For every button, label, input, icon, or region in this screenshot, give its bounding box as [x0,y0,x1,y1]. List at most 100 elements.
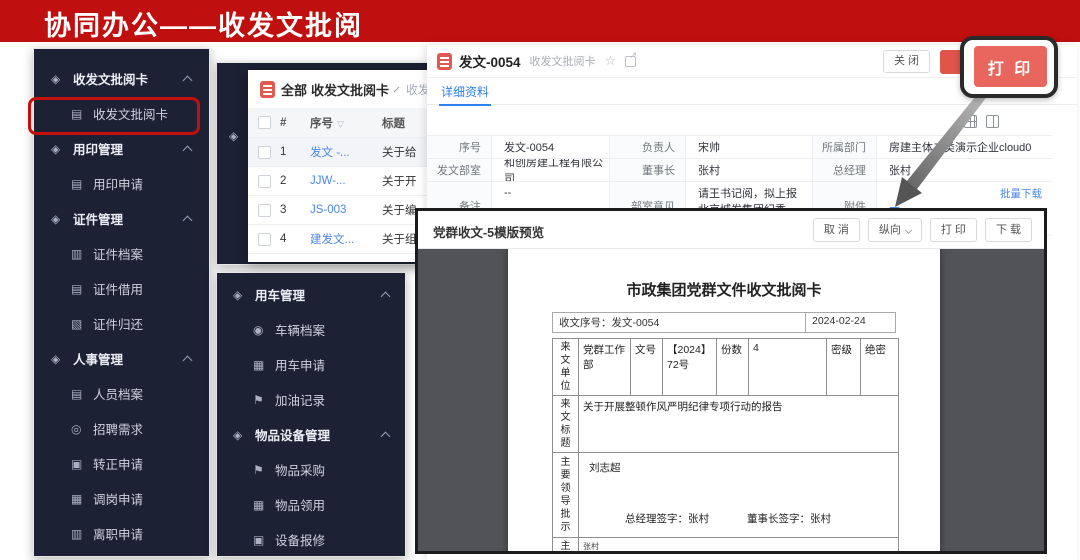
field-label: 所属部门 [813,136,877,158]
field-label: 负责人 [610,136,686,158]
docno-value: 【2024】72号 [663,339,717,396]
leader-remarks-cell: 刘志超 总经理签字：张村 董事长签字：张村 [583,456,894,534]
document-table: 来文单位 党群工作部 文号 【2024】72号 份数 4 密级 绝密 来文标题 … [552,338,899,551]
chevron-up-icon [381,432,391,442]
document-icon [437,53,452,70]
sidebar-item-label: 加油记录 [275,390,325,409]
print-button-magnified[interactable]: 打 印 [974,46,1047,87]
target-icon: ◎ [71,422,93,436]
sidebar-item-label: 招聘需求 [93,419,143,438]
checkbox[interactable] [258,146,271,159]
sidebar-group-renshi[interactable]: ◈人事管理 [34,341,209,376]
sidebar-group-yongche[interactable]: ◈用车管理 [217,277,405,312]
sidebar-group-zhengjian[interactable]: ◈证件管理 [34,201,209,236]
sidebar-item-renyuan-archive[interactable]: ▤人员档案 [34,376,209,411]
table-row[interactable]: 1 发文 -... 关于给 [248,138,430,167]
modal-title: 党群收文-5模版预览 [433,222,544,241]
page-title: 协同办公——收发文批阅 [44,4,363,43]
sidebar-item-wupin-caigou[interactable]: ⚑物品采购 [217,452,405,487]
chevron-down-icon[interactable] [394,86,400,92]
document-info-row: 收文序号：发文-0054 2024-02-24 [552,312,896,333]
star-icon[interactable]: ☆ [605,53,617,69]
sidebar-item-zhuanzheng[interactable]: ▣转正申请 [34,446,209,481]
checkbox[interactable] [258,116,271,129]
checkbox[interactable] [258,233,271,246]
external-link-icon[interactable] [625,56,636,67]
doc-row-supervisor-remarks: 主管领导批示 张村 [553,538,899,552]
column-view-icon[interactable] [986,115,999,128]
checkbox-cell[interactable] [248,175,280,188]
table-view-icon[interactable] [964,115,977,128]
person-link[interactable]: 宋帅 [686,136,813,158]
checkbox[interactable] [258,204,271,217]
source-unit: 党群工作部 [579,339,631,396]
document-icon [260,81,275,98]
row-title: 关于给 [382,144,430,160]
receive-serial: 收文序号：发文-0054 [552,312,806,333]
badge-icon: ▣ [71,457,93,471]
tool-icon: ▣ [253,533,275,547]
document-table: # 序号▽ 标题 1 发文 -... 关于给 2 JJW-... 关于开 3 J… [248,108,430,254]
checkbox-cell[interactable] [248,204,280,217]
sidebar-item-shebei-baoxiu[interactable]: ▣设备报修 [217,522,405,557]
vertical-label: 来文标题 [553,396,579,453]
serial-link[interactable]: 建发文... [310,231,382,247]
sidebar-item-zhengjian-borrow[interactable]: ▤证件借用 [34,271,209,306]
sidebar-item-label: 证件归还 [93,314,143,333]
orientation-dropdown[interactable]: 纵向 [868,218,922,242]
serial-link[interactable]: JJW-... [310,175,382,187]
checkbox-cell[interactable] [248,233,280,246]
sidebar-item-zhengjian-return[interactable]: ▧证件归还 [34,306,209,341]
sidebar-item-wupin-lingyong[interactable]: ▦物品领用 [217,487,405,522]
doc-row-subject: 来文标题 关于开展整顿作风严明纪律专项行动的报告 [553,396,899,453]
sidebar-item-lizhi[interactable]: ▥离职申请 [34,516,209,551]
sidebar-item-label: 物品采购 [275,460,325,479]
subject-text: 关于开展整顿作风严明纪律专项行动的报告 [579,396,899,453]
sidebar-item-yongche-apply[interactable]: ▦用车申请 [217,347,405,382]
docno-label: 文号 [631,339,663,396]
flag-icon: ⚑ [253,463,275,477]
document-icon: ▤ [71,387,93,401]
row-index: 2 [280,175,310,187]
middle-sidebar: ◈用车管理 ◉车辆档案 ▦用车申请 ⚑加油记录 ◈物品设备管理 ⚑物品采购 ▦物… [216,272,406,557]
batch-download-link[interactable]: 批量下载 [1000,186,1042,201]
sidebar-item-jiayou-record[interactable]: ⚑加油记录 [217,382,405,417]
tab-details[interactable]: 详细资料 [439,78,491,106]
chevron-up-icon [381,292,391,302]
sidebar-group-wupin[interactable]: ◈物品设备管理 [217,417,405,452]
sidebar-group-yongyin[interactable]: ◈用印管理 [34,131,209,166]
table-row[interactable]: 2 JJW-... 关于开 [248,167,430,196]
checkbox-cell[interactable] [248,146,280,159]
modal-download-button[interactable]: 下 载 [985,218,1032,242]
serial-link[interactable]: JS-003 [310,204,382,216]
doc-row-leader-remarks: 主要领导批示 刘志超 总经理签字：张村 董事长签字：张村 [553,453,899,538]
sidebar-item-yongyin-apply[interactable]: ▤用印申请 [34,166,209,201]
close-button[interactable]: 关 闭 [883,50,930,73]
table-header-row: # 序号▽ 标题 [248,108,430,138]
select-all-checkbox-cell[interactable] [248,116,280,129]
chevron-up-icon [183,76,193,86]
modal-buttons: 取 消 纵向 打 印 下 载 [813,218,1032,242]
sidebar-item-label: 人员档案 [93,384,143,403]
filter-icon[interactable]: ▽ [337,119,344,129]
secrecy-label: 密级 [827,339,861,396]
person-link[interactable]: 张村 [877,159,1052,181]
sidebar-group-shoufawen[interactable]: ◈收发文批阅卡 [34,61,209,96]
modal-print-button[interactable]: 打 印 [930,218,977,242]
serial-link[interactable]: 发文 -... [310,144,382,160]
table-row[interactable]: 4 建发文... 关于组 [248,225,430,254]
table-row[interactable]: 3 JS-003 关于编 [248,196,430,225]
sidebar-item-diaogang[interactable]: ▦调岗申请 [34,481,209,516]
person-link[interactable]: 张村 [686,159,813,181]
sidebar-group-label: 收发文批阅卡 [73,69,148,88]
sidebar-item-zhengjian-archive[interactable]: ▥证件档案 [34,236,209,271]
cancel-button[interactable]: 取 消 [813,218,860,242]
document-icon: ▤ [71,282,93,296]
receive-date: 2024-02-24 [806,312,896,333]
sidebar-item-zhaopin[interactable]: ◎招聘需求 [34,411,209,446]
field-label: 总经理 [813,159,877,181]
checkbox[interactable] [258,175,271,188]
sidebar-item-cheliang-archive[interactable]: ◉车辆档案 [217,312,405,347]
layers-icon: ◈ [51,212,73,226]
calendar-icon: ▦ [71,492,93,506]
